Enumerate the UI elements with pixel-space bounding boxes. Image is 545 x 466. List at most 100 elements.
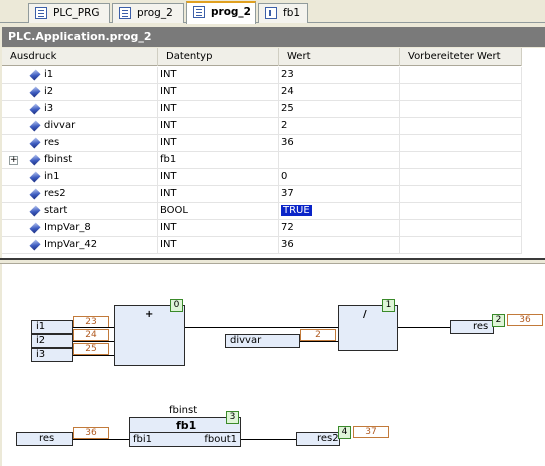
datatype-cell[interactable]: INT	[158, 67, 279, 84]
prepared-value-cell[interactable]	[400, 237, 522, 254]
expression-cell[interactable]: in1	[2, 169, 158, 186]
monitor-value: 36	[73, 427, 109, 439]
value-cell[interactable]: 36	[279, 237, 400, 254]
expression-cell[interactable]: divvar	[2, 118, 158, 135]
value-text: 36	[281, 239, 294, 250]
expression-cell[interactable]: res2	[2, 186, 158, 203]
monitor-value: 25	[73, 343, 109, 355]
monitor-value: 24	[73, 329, 109, 341]
value-text: TRUE	[281, 205, 312, 216]
input-res[interactable]: res	[16, 432, 73, 446]
variable-icon	[29, 171, 41, 183]
wire	[73, 439, 129, 440]
fb-instance-name: fbinst	[169, 405, 198, 416]
table-row[interactable]: ImpVar_42 INT 36	[2, 237, 522, 254]
input-divvar[interactable]: divvar	[225, 334, 300, 348]
value-cell[interactable]: 0	[279, 169, 400, 186]
value-cell[interactable]: 23	[279, 67, 400, 84]
expression-cell[interactable]: + fbinst	[2, 152, 158, 169]
column-header-value[interactable]: Wert	[279, 48, 400, 66]
table-row[interactable]: divvar INT 2	[2, 118, 522, 135]
value-cell[interactable]: 72	[279, 220, 400, 237]
expand-icon[interactable]: +	[9, 156, 18, 165]
variable-icon	[29, 239, 41, 251]
expression-cell[interactable]: i1	[2, 67, 158, 84]
input-i2[interactable]: i2	[31, 334, 73, 348]
datatype-cell[interactable]: INT	[158, 169, 279, 186]
datatype-cell[interactable]: INT	[158, 220, 279, 237]
table-row[interactable]: i2 INT 24	[2, 84, 522, 101]
datatype-text: INT	[160, 222, 177, 233]
expression-cell[interactable]: i3	[2, 101, 158, 118]
value-text: 72	[281, 222, 294, 233]
table-row[interactable]: ImpVar_8 INT 72	[2, 220, 522, 237]
table-row[interactable]: i3 INT 25	[2, 101, 522, 118]
prepared-value-cell[interactable]	[400, 84, 522, 101]
expression-cell[interactable]: res	[2, 135, 158, 152]
value-cell[interactable]: 2	[279, 118, 400, 135]
output-label: res	[473, 321, 489, 332]
prepared-value-cell[interactable]	[400, 118, 522, 135]
datatype-cell[interactable]: fb1	[158, 152, 279, 169]
datatype-text: INT	[160, 69, 177, 80]
expression-cell[interactable]: start	[2, 203, 158, 220]
expression-text: fbinst	[44, 154, 73, 165]
value-cell[interactable]	[279, 152, 400, 169]
prepared-value-cell[interactable]	[400, 186, 522, 203]
wire	[241, 439, 296, 440]
datatype-cell[interactable]: INT	[158, 186, 279, 203]
tab-prog-2[interactable]: prog_2	[112, 3, 184, 23]
wire	[73, 355, 114, 356]
output-res2[interactable]: res2	[296, 432, 340, 446]
datatype-cell[interactable]: INT	[158, 101, 279, 118]
function-block-fb1[interactable]: fb1 fbi1 fbout1	[129, 417, 241, 447]
expression-text: res2	[44, 188, 66, 199]
input-label: res	[39, 433, 55, 444]
tab-bar: PLC_PRG prog_2 prog_2 fb1	[0, 0, 545, 24]
datatype-cell[interactable]: INT	[158, 135, 279, 152]
prepared-value-cell[interactable]	[400, 101, 522, 118]
table-row[interactable]: res INT 36	[2, 135, 522, 152]
table-row[interactable]: + fbinst fb1	[2, 152, 522, 169]
input-i1[interactable]: i1	[31, 320, 73, 334]
value-cell[interactable]: 37	[279, 186, 400, 203]
datatype-cell[interactable]: BOOL	[158, 203, 279, 220]
datatype-cell[interactable]: INT	[158, 237, 279, 254]
datatype-text: INT	[160, 239, 177, 250]
prepared-value-cell[interactable]	[400, 169, 522, 186]
value-cell[interactable]: TRUE	[279, 203, 400, 220]
column-header-prepared-value[interactable]: Vorbereiteter Wert	[400, 48, 522, 66]
table-row[interactable]: res2 INT 37	[2, 186, 522, 203]
column-header-datatype[interactable]: Datentyp	[158, 48, 279, 66]
expression-text: i1	[44, 69, 54, 80]
variable-icon	[29, 205, 41, 217]
watch-table: Ausdruck Datentyp Wert Vorbereiteter Wer…	[2, 48, 545, 258]
prepared-value-cell[interactable]	[400, 220, 522, 237]
table-row[interactable]: start BOOL TRUE	[2, 203, 522, 220]
expression-cell[interactable]: ImpVar_42	[2, 237, 158, 254]
variable-icon	[29, 154, 41, 166]
add-block[interactable]: +	[114, 305, 185, 366]
prepared-value-cell[interactable]	[400, 135, 522, 152]
datatype-text: INT	[160, 137, 177, 148]
prepared-value-cell[interactable]	[400, 67, 522, 84]
value-cell[interactable]: 25	[279, 101, 400, 118]
prepared-value-cell[interactable]	[400, 203, 522, 220]
table-row[interactable]: in1 INT 0	[2, 169, 522, 186]
tab-plc-prg[interactable]: PLC_PRG	[28, 3, 110, 23]
expression-cell[interactable]: i2	[2, 84, 158, 101]
expression-cell[interactable]: ImpVar_8	[2, 220, 158, 237]
tab-fb1[interactable]: fb1	[258, 3, 308, 23]
value-cell[interactable]: 24	[279, 84, 400, 101]
value-text: 24	[281, 86, 294, 97]
prepared-value-cell[interactable]	[400, 152, 522, 169]
program-icon	[35, 7, 47, 19]
table-row[interactable]: i1 INT 23	[2, 67, 522, 84]
datatype-cell[interactable]: INT	[158, 118, 279, 135]
output-res[interactable]: res	[450, 320, 494, 334]
value-cell[interactable]: 36	[279, 135, 400, 152]
datatype-cell[interactable]: INT	[158, 84, 279, 101]
tab-prog-2-active[interactable]: prog_2	[186, 1, 256, 24]
input-i3[interactable]: i3	[31, 348, 73, 362]
column-header-expression[interactable]: Ausdruck	[2, 48, 158, 66]
